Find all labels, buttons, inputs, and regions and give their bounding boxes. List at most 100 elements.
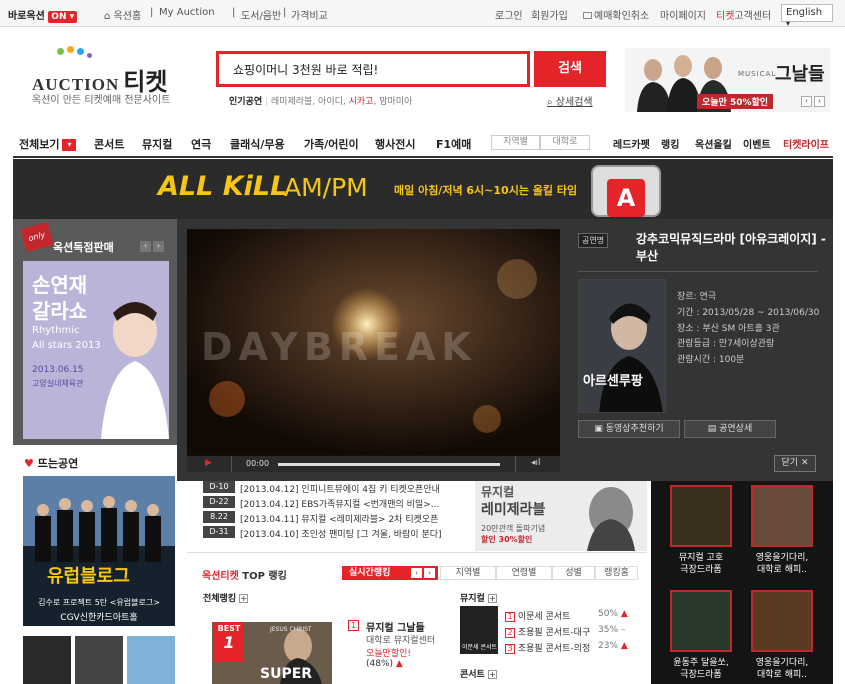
show-title[interactable]: 강추코믹뮤직드라마 [아유크레이지] - 부산	[636, 231, 826, 265]
nav-item[interactable]: 연극	[191, 136, 211, 152]
price-compare-link[interactable]: 가격비교	[291, 7, 328, 22]
nav-all-label: 전체보기	[19, 138, 60, 151]
nav-item[interactable]: F1예매	[436, 136, 471, 152]
show-poster[interactable]: 아르센루팡	[578, 279, 666, 413]
popular-shows: 인기공연 | 레미제라블, 아이디, 시카고, 맘마미아	[229, 97, 413, 107]
customer-center-link[interactable]: 티켓고객센터	[716, 7, 771, 22]
popular-item[interactable]: 시카고	[349, 97, 374, 107]
show-detail-button[interactable]: ▤ 공연상세	[684, 420, 776, 438]
search-button[interactable]: 검색	[534, 51, 606, 87]
ranking-tab-region[interactable]: 지역별	[440, 566, 496, 580]
right-thumb[interactable]	[751, 590, 813, 652]
up-arrow-icon: ▲	[620, 609, 628, 619]
musical-thumb[interactable]: 이문세 콘서트	[460, 606, 498, 654]
right-thumb[interactable]	[670, 485, 732, 547]
right-thumb[interactable]	[751, 485, 813, 547]
login-link[interactable]: 로그인	[495, 7, 523, 22]
allkill-title: ALL KiLL	[158, 171, 288, 202]
musical-rank-row[interactable]: 1 이문세 콘서트	[505, 609, 570, 622]
nav-right-item[interactable]: 이벤트	[743, 136, 771, 151]
plus-icon[interactable]: +	[487, 594, 497, 603]
nav-item[interactable]: 콘서트	[94, 136, 124, 152]
divider	[515, 456, 516, 472]
search-input[interactable]	[219, 54, 527, 84]
nav-right-item[interactable]: 옥션올킬	[695, 136, 732, 151]
hot-thumb[interactable]	[127, 636, 175, 684]
first-title[interactable]: 뮤지컬 그날들	[366, 619, 425, 634]
allkill-banner[interactable]: ALL KiLL AM/PM 매일 아침/저녁 6시~10시는 올킬 타임 A	[13, 159, 833, 219]
poster-venue: 고양실내체육관	[32, 379, 84, 388]
signup-link[interactable]: 회원가입	[531, 7, 568, 22]
notice-item[interactable]: [2013.04.10] 조인성 팬미팅 [그 겨울, 바람이 분다]	[240, 527, 462, 540]
hot-thumb[interactable]	[75, 636, 123, 684]
category-nav: 전체보기 ▾ 콘서트 뮤지컬 연극 클래식/무용 가족/어린이 행사전시 F1예매…	[0, 131, 845, 155]
musical-rank-row[interactable]: 3 조용필 콘서트-의정	[505, 641, 590, 654]
ranking-title-suffix: TOP 랭킹	[242, 571, 287, 582]
my-auction-link[interactable]: My Auction	[159, 7, 215, 18]
best-rank: 1	[223, 633, 235, 652]
prev-arrow-icon[interactable]: ‹	[801, 96, 812, 107]
exclusive-poster[interactable]: 손연재 갈라쇼 Rhythmic All stars 2013 2013.06.…	[23, 261, 169, 439]
notice-item[interactable]: [2013.04.12] 인피니트뮤에이 4집 키 티켓오픈안내	[240, 482, 462, 495]
next-arrow-icon[interactable]: ›	[424, 568, 435, 578]
volume-icon[interactable]: ◂ıl	[531, 458, 541, 468]
university-filter[interactable]: 대학로	[540, 135, 590, 150]
nav-item[interactable]: 뮤지컬	[142, 136, 172, 152]
region-filter[interactable]: 지역별	[491, 135, 540, 150]
video-player[interactable]: DAYBREAK	[187, 229, 560, 455]
video-recommend-button[interactable]: ▣ 동영상추천하기	[578, 420, 680, 438]
plus-icon[interactable]: +	[487, 670, 497, 679]
rank-number: 1	[348, 620, 359, 631]
language-select[interactable]: English ▾	[781, 4, 833, 28]
play-icon[interactable]: ▶	[205, 458, 212, 468]
hot-thumb[interactable]	[23, 636, 71, 684]
first-pct-value: (48%)	[366, 659, 394, 669]
popular-item[interactable]: 아이디	[318, 97, 343, 107]
dday-badge: D-31	[203, 526, 235, 538]
popular-item[interactable]: 레미제라블	[271, 97, 312, 107]
show-genre: 장르: 연극	[677, 292, 717, 302]
on-badge[interactable]: ON ▾	[48, 11, 78, 23]
logo-dot	[87, 53, 92, 58]
nav-item[interactable]: 클래식/무용	[230, 136, 285, 152]
detail-search-link[interactable]: ⌕ 상세검색	[547, 93, 593, 108]
musical-rank-row[interactable]: 2 조용필 콘서트-대구	[505, 625, 590, 638]
popular-item[interactable]: 맘마미아	[379, 97, 412, 107]
ranking-title: 옥션티켓 TOP 랭킹	[202, 567, 287, 582]
show-detail-label: 공연상세	[719, 424, 753, 434]
video-progress-bar[interactable]	[278, 463, 500, 466]
ranking-tab-gender[interactable]: 성별	[552, 566, 595, 580]
nav-item[interactable]: 가족/어린이	[304, 136, 359, 152]
reservation-cancel-link[interactable]: 예매확인취소	[583, 7, 649, 22]
auction-home-link[interactable]: ⌂ 옥션홈	[104, 7, 141, 22]
language-value: English	[786, 7, 823, 18]
right-thumb-caption: 대학로 해피..	[757, 670, 807, 680]
nav-right-item[interactable]: 티켓라이프	[783, 136, 829, 151]
books-link[interactable]: 도서/음반	[241, 7, 281, 22]
prev-arrow-icon[interactable]: ‹	[140, 241, 151, 252]
nav-right-item[interactable]: 레드카펫	[613, 136, 650, 151]
notice-item[interactable]: [2013.04.12] EBS가족뮤지컬 <번개맨의 비밀>...	[240, 497, 462, 510]
prev-arrow-icon[interactable]: ‹	[411, 568, 422, 578]
banner-title: 그날들	[775, 64, 825, 85]
divider	[231, 456, 232, 472]
musical-banner[interactable]: MUSICAL 그날들 오늘만 50%할인 ‹ ›	[625, 48, 830, 112]
first-note: 오늘만할인!	[366, 649, 412, 659]
nav-all[interactable]: 전체보기 ▾	[19, 136, 77, 152]
ranking-tab-age[interactable]: 연령별	[496, 566, 552, 580]
mypage-link[interactable]: 마이페이지	[660, 7, 706, 22]
next-arrow-icon[interactable]: ›	[153, 241, 164, 252]
right-thumb[interactable]	[670, 590, 732, 652]
nav-item[interactable]: 행사전시	[375, 136, 415, 152]
close-button[interactable]: 닫기 ✕	[774, 455, 816, 472]
ranking-tab-home[interactable]: 랭킹홈	[595, 566, 638, 580]
notice-item[interactable]: [2013.04.11] 뮤지컬 <레미제라블> 2차 티켓오픈	[240, 512, 462, 525]
rank-pct-value: 23%	[598, 641, 619, 651]
baro-auction-toggle[interactable]: 바로옥션 ON ▾	[8, 7, 78, 23]
next-arrow-icon[interactable]: ›	[814, 96, 825, 107]
lesmis-banner[interactable]: 뮤지컬 레미제라블 20만관객 돌파기념 할인 30%할인	[475, 481, 647, 551]
nav-right-item[interactable]: 랭킹	[661, 136, 679, 151]
hot-show-poster[interactable]: 유럽블로그 김수로 프로젝트 5탄 <유럽블로그> CGV신한카드아트홀	[23, 476, 175, 626]
plus-icon[interactable]: +	[239, 594, 249, 603]
rank-pct-value: 50%	[598, 609, 619, 619]
